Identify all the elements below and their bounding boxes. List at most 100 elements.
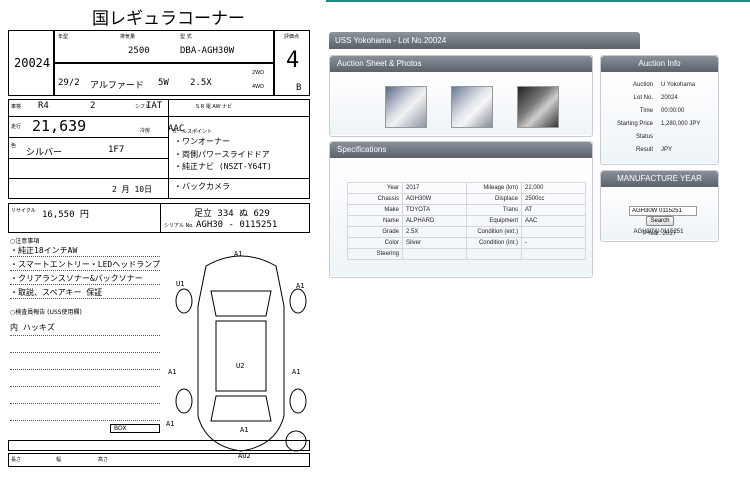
spec-row: Chassis AGH30W Displace 2500cc: [347, 193, 586, 205]
info-key: Auction: [632, 82, 653, 88]
manufacture-year-title: MANUFACTURE YEAR: [601, 171, 718, 187]
trans-value: IAT: [146, 101, 163, 111]
info-row-starting-price: Starting Price 1,280,000 JPY: [601, 121, 715, 132]
photo-thumbnail-front[interactable]: [385, 86, 427, 128]
mark-a1-left: A1: [168, 368, 177, 376]
row-label-length: 長さ: [11, 457, 22, 463]
specifications-table: Year 2017 Mileage (km) 22,000 Chassis AGH30W D…: [347, 182, 586, 260]
spec-value: [521, 248, 586, 260]
plate-value: 足立 334 ぬ 629: [194, 209, 270, 219]
selling-point-4: ・バックカメラ: [174, 182, 230, 191]
rule: [10, 256, 160, 257]
inspector-note: 内 ハッキズ: [10, 323, 55, 332]
note-3: ・クリアランスソナー&バックソナー: [10, 274, 143, 283]
label-year-first-reg: 年型: [58, 34, 69, 40]
photo-thumbnail-interior[interactable]: [517, 86, 559, 128]
year-value: R4: [38, 101, 49, 111]
label-selling-points: セールスポイント: [172, 129, 213, 135]
spec-value: ALPHARD: [402, 215, 467, 227]
rule: [10, 420, 160, 421]
rule: [8, 158, 168, 159]
spec-key: Color: [347, 237, 403, 249]
spec-value: AT: [521, 204, 586, 216]
serial-value: AGH30 - 0115251: [196, 220, 278, 230]
lot-title-bar: USS Yokohama - Lot No.20024: [329, 32, 640, 49]
mark-a1-top: A1: [234, 250, 243, 258]
label-serial: シリアル No.: [164, 223, 194, 229]
spec-key: Condition (int.): [466, 237, 522, 249]
info-key: Starting Price: [616, 121, 653, 127]
rule: [160, 203, 161, 233]
rule: [8, 178, 310, 179]
rule: [10, 284, 160, 285]
auction-sheet-image[interactable]: 国レギュラコーナー 20024 年型 排気量 型 式 2500 DBA-AGH3…: [0, 0, 326, 504]
label-2wd: 2WD: [252, 70, 264, 76]
color-value: シルバー: [26, 148, 63, 158]
selling-point-1: ・ワンオーナー: [174, 137, 230, 146]
label-4wd: 4WD: [252, 84, 264, 90]
car-name: アルファード: [90, 81, 144, 91]
label-reg: 車検: [11, 104, 22, 110]
label-equipment: S R 電 AW ナビ: [196, 104, 233, 110]
box-label: BOX: [114, 425, 127, 432]
top-accent-strip: [326, 0, 750, 2]
rule: [8, 137, 168, 138]
mileage-value: 21,639: [32, 117, 87, 135]
rule: [10, 403, 160, 404]
spec-key: Make: [347, 204, 403, 216]
spec-row: Color Silver Condition (int.) -: [347, 237, 586, 249]
auction-sheet-panel: Auction Sheet & Photos: [329, 55, 593, 137]
spec-key: Year: [347, 182, 403, 194]
grade-score: 4: [286, 48, 300, 73]
sheet-title: 国レギュラコーナー: [92, 9, 245, 29]
label-inspector: ○検査員報告 (USS使用欄): [10, 309, 82, 316]
grade: 2.5X: [190, 78, 212, 88]
spec-value: TOYOTA: [402, 204, 467, 216]
spec-row: Steering: [347, 248, 586, 260]
chassis-search-input[interactable]: [629, 206, 697, 216]
bottom-row-2: [8, 453, 310, 467]
info-key: Lot No.: [633, 95, 653, 101]
spec-key: Chassis: [347, 193, 403, 205]
mark-a1-rl: A1: [166, 420, 175, 428]
mark-u1: U1: [176, 280, 185, 288]
color-code-value: 1F7: [108, 145, 125, 155]
info-value: 20024: [661, 95, 678, 101]
spec-key: Equipment: [466, 215, 522, 227]
spec-value: 2500cc: [521, 193, 586, 205]
spec-value: [521, 226, 586, 238]
label-color: 色: [11, 143, 17, 149]
label-model: 型 式: [180, 34, 192, 40]
spec-value: 2017: [402, 182, 467, 194]
spec-value: 2.5X: [402, 226, 467, 238]
mark-a1-rt: A1: [296, 282, 305, 290]
info-row-status: Status: [601, 134, 715, 145]
spec-row: Year 2017 Mileage (km) 22,000: [347, 182, 586, 194]
recycle-value: 16,550 円: [42, 210, 89, 220]
model-box: [54, 30, 274, 63]
displacement-value: 2500: [128, 46, 150, 56]
auction-sheet-panel-title: Auction Sheet & Photos: [330, 56, 592, 72]
spec-value: 22,000: [521, 182, 586, 194]
spec-row: Make TOYOTA Trans AT: [347, 204, 586, 216]
mark-a1-rear: A1: [240, 426, 249, 434]
rule: [10, 352, 160, 353]
spec-row: Name ALPHARD Equipment AAC: [347, 215, 586, 227]
label-notes: ○注意事項: [10, 238, 40, 245]
info-key: Status: [635, 134, 653, 140]
label-recycle: リサイクル: [11, 208, 36, 214]
info-row-auction: Auction U Yokohama: [601, 82, 715, 93]
info-key: Result: [635, 147, 653, 153]
manufacture-result-chassis: AGH30W 0115251: [633, 229, 684, 235]
rule: [10, 386, 160, 387]
spec-row: Grade 2.5X Condition (ext.): [347, 226, 586, 238]
rule: [10, 369, 160, 370]
spec-value: -: [521, 237, 586, 249]
row-label-width: 幅: [56, 457, 62, 463]
search-button[interactable]: Search: [646, 216, 674, 226]
photo-thumbnail-rear[interactable]: [451, 86, 493, 128]
label-score: 評価点: [284, 34, 300, 40]
date-value: 2 月 10日: [112, 185, 153, 194]
rule: [168, 99, 169, 199]
model-code-value: DBA-AGH30W: [180, 46, 235, 56]
